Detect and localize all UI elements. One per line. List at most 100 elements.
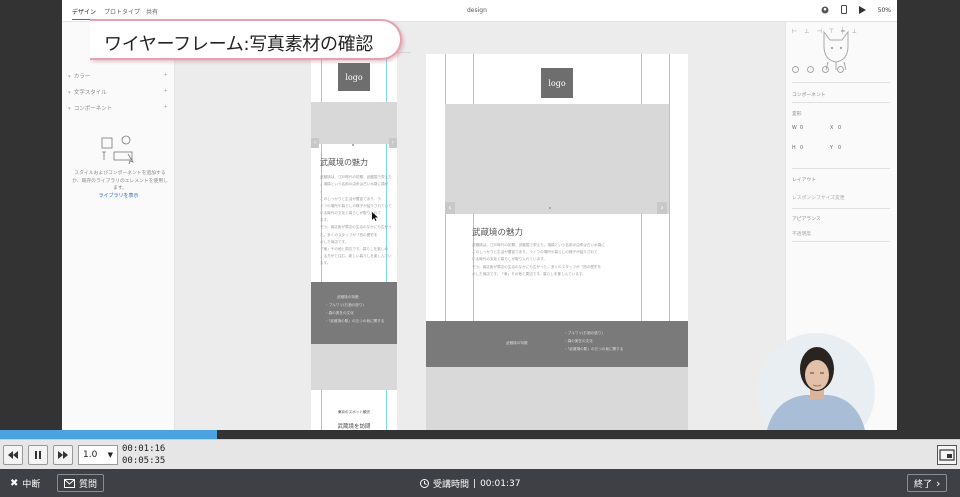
paragraph-line: いる時代の文化と暮らしが取り入れています。 [472,257,547,262]
boolean-exclude-icon[interactable] [837,66,844,73]
assets-empty-message: スタイルおよびコンポーネントを追加するか、既存のライブラリのエレメントを使用しま… [72,171,168,192]
paragraph-line: た。多くのスタッフが「西の歴史を [320,232,378,237]
band-line: ・ブルワリ(お酒の造り) [564,331,603,335]
next-arrow-icon[interactable]: › [657,202,667,214]
user-icon[interactable] [821,6,829,16]
pause-icon [35,451,41,459]
paragraph-line: いる時代の文化と暮らしが取り入れて [320,210,381,215]
mobile-footer-subtitle: 東京のスポット観光 [337,410,371,414]
add-icon[interactable]: + [163,88,168,94]
tab-share[interactable]: 共有 [146,7,158,16]
h-value[interactable]: 0 [800,146,803,151]
elapsed-time: 00:01:37 [480,478,521,489]
total-time: 00:05:35 [122,456,166,466]
assets-row-components[interactable]: ▾ コンポーネント + [68,104,168,112]
responsive-resize-toggle[interactable]: レスポンシブサイズ変更 [792,194,845,201]
desktop-heading: 武蔵境の魅力 [472,228,524,238]
paragraph-line: このしっかりと生活が豊富であり、ラ [320,196,381,201]
desktop-features-list: ・ブルワリ(お酒の造り) ・森の実在の文化 ・「武蔵境の駅」の五つの坂に関する [564,330,664,354]
band-line: ・森の実在の文化 [325,310,354,315]
presenter-webcam [757,333,875,430]
chevron-down-icon: ▾ [68,90,71,96]
mobile-heading: 武蔵境の魅力 [320,158,368,167]
assets-row-colors[interactable]: ▾ カラー + [68,72,168,80]
add-icon[interactable]: + [163,104,168,110]
paragraph-line: 武蔵境は、江戸時代の初期、武蔵国で栄えた。境橋という名前の由来は古い水路に [472,243,605,247]
tab-prototype[interactable]: プロトタイプ [104,7,140,16]
prev-arrow-icon[interactable]: ‹ [445,202,455,214]
boolean-union-icon[interactable] [792,66,799,73]
desktop-artboard[interactable]: logo ‹ › 武蔵境の魅力 武蔵境は、江戸時代の初期、武蔵国で栄えた。境橋と… [426,54,688,430]
desktop-gray-section [426,367,688,430]
align-center-icon[interactable]: ⊥ [804,28,809,35]
mouse-cursor-icon [372,212,378,221]
interrupt-label: 中断 [22,479,41,490]
band-line: ・ブルワリ(お酒の造り) [325,302,364,307]
w-value[interactable]: 0 [800,126,803,131]
video-progress-bar[interactable] [0,430,960,439]
boolean-intersect-icon[interactable] [822,66,829,73]
mobile-artboard[interactable]: logo ‹ › 武蔵境の魅力 武蔵境は、江戸時代の初期、武蔵国で栄えた 。境橋… [311,54,397,430]
play-icon[interactable] [858,5,866,16]
align-left-icon[interactable]: ⊢ [792,28,797,35]
presenter-figure [767,347,865,430]
fast-forward-icon [58,451,68,459]
divider [792,208,890,209]
hero-image-placeholder [445,104,669,214]
mail-icon [64,478,75,488]
clock-icon [420,479,429,488]
fast-forward-button[interactable] [53,445,73,465]
y-value[interactable]: 0 [838,146,841,151]
assets-row-label: 文字スタイル [73,90,107,96]
w-label: W [792,126,797,131]
view-library-link[interactable]: ライブラリを表示 [62,192,175,199]
design-canvas[interactable]: logo ‹ › 武蔵境の魅力 武蔵境は、江戸時代の初期、武蔵国で栄えた 。境橋… [175,22,785,430]
chevron-down-icon: ▾ [68,74,71,80]
rewind-button[interactable] [3,445,23,465]
paragraph-line: 「東」その他と周辺です。暮らしを楽しめ [320,246,388,251]
hero-image-placeholder [311,102,397,144]
divider [792,168,890,169]
chevron-right-icon: › [936,476,941,490]
x-label: X [830,126,834,131]
assets-panel: ▾ カラー + ▾ 文字スタイル + ▾ コンポーネント + スタイルおよびコンポーネ… [62,22,175,430]
section-layout-label: レイアウト [792,178,816,183]
current-time: 00:01:16 [122,444,166,454]
picture-in-picture-button[interactable] [937,445,957,465]
mobile-paragraph: 武蔵境は、江戸時代の初期、武蔵国で栄えた 。境橋という名前の由来は古い水路に橋が… [320,174,392,267]
x-value[interactable]: 0 [838,126,841,131]
lesson-title: ワイヤーフレーム:写真素材の確認 [104,34,374,55]
mobile-preview-icon[interactable] [840,5,847,16]
topbar-icons: 50% [821,5,891,16]
question-label: 質問 [79,479,98,490]
add-icon[interactable]: + [163,72,168,78]
elapsed-label: 受講時間 [433,480,470,490]
components-illustration-icon [101,135,134,164]
paragraph-line: そう。商店街が周辺の生活のなかにも広がっ [320,225,392,230]
divider [792,102,890,103]
prev-arrow-icon[interactable]: ‹ [311,138,319,148]
slider-dot [549,207,551,209]
boolean-icons [792,66,844,73]
end-button[interactable]: 終了 › [907,474,948,492]
opacity-field[interactable]: 不透明度 [792,230,811,237]
next-arrow-icon[interactable]: › [389,138,397,148]
zoom-level[interactable]: 50% [878,7,891,14]
pause-button[interactable] [28,445,48,465]
question-button[interactable]: 質問 [57,474,105,492]
elapsed-time-display: 受講時間 | 00:01:37 [420,477,520,490]
boolean-subtract-icon[interactable] [807,66,814,73]
playback-speed-value: 1.0 [83,450,98,460]
divider [792,241,890,242]
playback-speed-select[interactable]: 1.0 ▼ [78,445,118,465]
mobile-features-list: 武蔵境の特徴 ・ブルワリ(お酒の造り) ・森の実在の文化 ・「武蔵境の駅」の五つ… [325,294,391,326]
slider-dot [352,144,354,146]
letterbox-left [0,0,62,430]
video-progress-fill [0,430,217,439]
cat-sketch-icon [823,30,849,70]
h-label: H [792,146,796,151]
assets-row-text-styles[interactable]: ▾ 文字スタイル + [68,88,168,96]
interrupt-button[interactable]: ✖ 中断 [4,474,46,492]
close-icon: ✖ [10,477,19,489]
document-title[interactable]: design [467,7,487,14]
